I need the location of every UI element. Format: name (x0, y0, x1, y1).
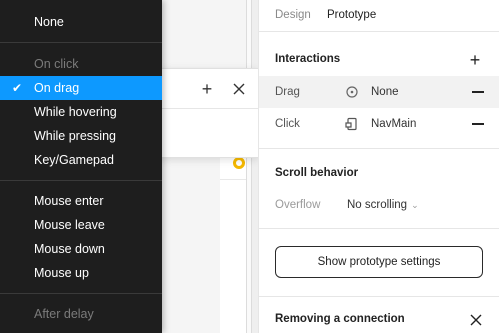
add-interaction-plus-icon[interactable]: + (467, 51, 483, 69)
menu-item-on-drag[interactable]: ✔ On drag (0, 76, 162, 100)
tab-prototype[interactable]: Prototype (327, 9, 376, 21)
menu-item-mouse-down[interactable]: Mouse down (0, 237, 162, 261)
menu-item-while-hovering[interactable]: While hovering (0, 100, 162, 124)
panel-divider (259, 228, 499, 229)
menu-item-mouse-up[interactable]: Mouse up (0, 261, 162, 285)
trigger-dropdown-menu: None On click ✔ On drag While hovering W… (0, 0, 162, 333)
plus-icon[interactable]: + (198, 80, 216, 98)
panel-divider (259, 296, 499, 297)
interactions-title: Interactions (275, 53, 341, 65)
menu-item-while-pressing[interactable]: While pressing (0, 124, 162, 148)
scroll-behavior-title: Scroll behavior (275, 167, 359, 179)
menu-item-key-gamepad[interactable]: Key/Gamepad (0, 148, 162, 172)
interaction-action: None (371, 86, 399, 98)
removing-connection-title: Removing a connection (275, 313, 405, 325)
properties-panel: Design Prototype Interactions + Drag Non… (258, 0, 499, 333)
interaction-trigger: Drag (275, 86, 300, 98)
overflow-value: No scrolling (347, 199, 408, 211)
panel-tabs: Design Prototype (259, 0, 499, 32)
interaction-row-click[interactable]: Click NavMain (259, 108, 499, 140)
menu-item-on-click: On click (34, 57, 79, 71)
circle-dot-icon (346, 86, 358, 98)
interaction-row-drag[interactable]: Drag None (259, 76, 499, 108)
chevron-down-icon: ⌄ (411, 200, 419, 210)
interaction-action: NavMain (371, 118, 417, 130)
navigate-frame-icon (345, 117, 357, 131)
menu-divider (0, 293, 162, 294)
panel-divider (259, 148, 499, 149)
remove-interaction-minus-icon[interactable] (470, 84, 486, 100)
menu-item-none[interactable]: None (0, 10, 162, 34)
menu-divider (0, 42, 162, 43)
close-icon[interactable] (469, 313, 483, 327)
menu-item-after-delay: After delay (34, 307, 94, 321)
frame-preview-card (220, 150, 246, 333)
remove-interaction-minus-icon[interactable] (470, 116, 486, 132)
close-icon[interactable] (230, 80, 248, 98)
overflow-label: Overflow (275, 199, 321, 211)
canvas-frame-edge (246, 0, 252, 333)
check-icon: ✔ (12, 81, 23, 95)
popover-header: + (151, 69, 258, 109)
brand-logo-icon (233, 157, 245, 169)
menu-item-mouse-enter[interactable]: Mouse enter (0, 189, 162, 213)
interaction-trigger: Click (275, 118, 300, 130)
menu-divider (0, 180, 162, 181)
overflow-select[interactable]: No scrolling ⌄ (347, 199, 419, 211)
tab-design[interactable]: Design (275, 9, 311, 21)
menu-item-mouse-leave[interactable]: Mouse leave (0, 213, 162, 237)
interaction-popover: + (150, 68, 258, 158)
frame-card-divider (220, 179, 246, 180)
show-prototype-settings-button[interactable]: Show prototype settings (275, 246, 483, 278)
